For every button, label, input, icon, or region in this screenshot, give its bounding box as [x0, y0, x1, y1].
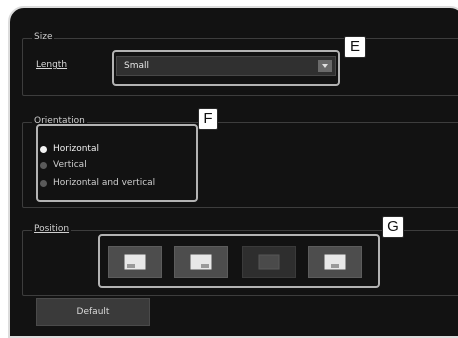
callout-e-frame — [112, 50, 340, 86]
callout-g-frame — [98, 234, 380, 288]
default-button[interactable]: Default — [36, 298, 150, 326]
settings-panel: Size Length Small E Orientation Horizont… — [8, 6, 458, 338]
callout-f-tag: F — [198, 108, 218, 130]
position-group-label: Position — [32, 224, 72, 234]
callout-g-tag: G — [382, 216, 404, 238]
size-group-label: Size — [32, 32, 55, 42]
callout-f-frame — [36, 124, 198, 202]
length-label: Length — [36, 60, 68, 70]
callout-e-tag: E — [344, 36, 366, 58]
